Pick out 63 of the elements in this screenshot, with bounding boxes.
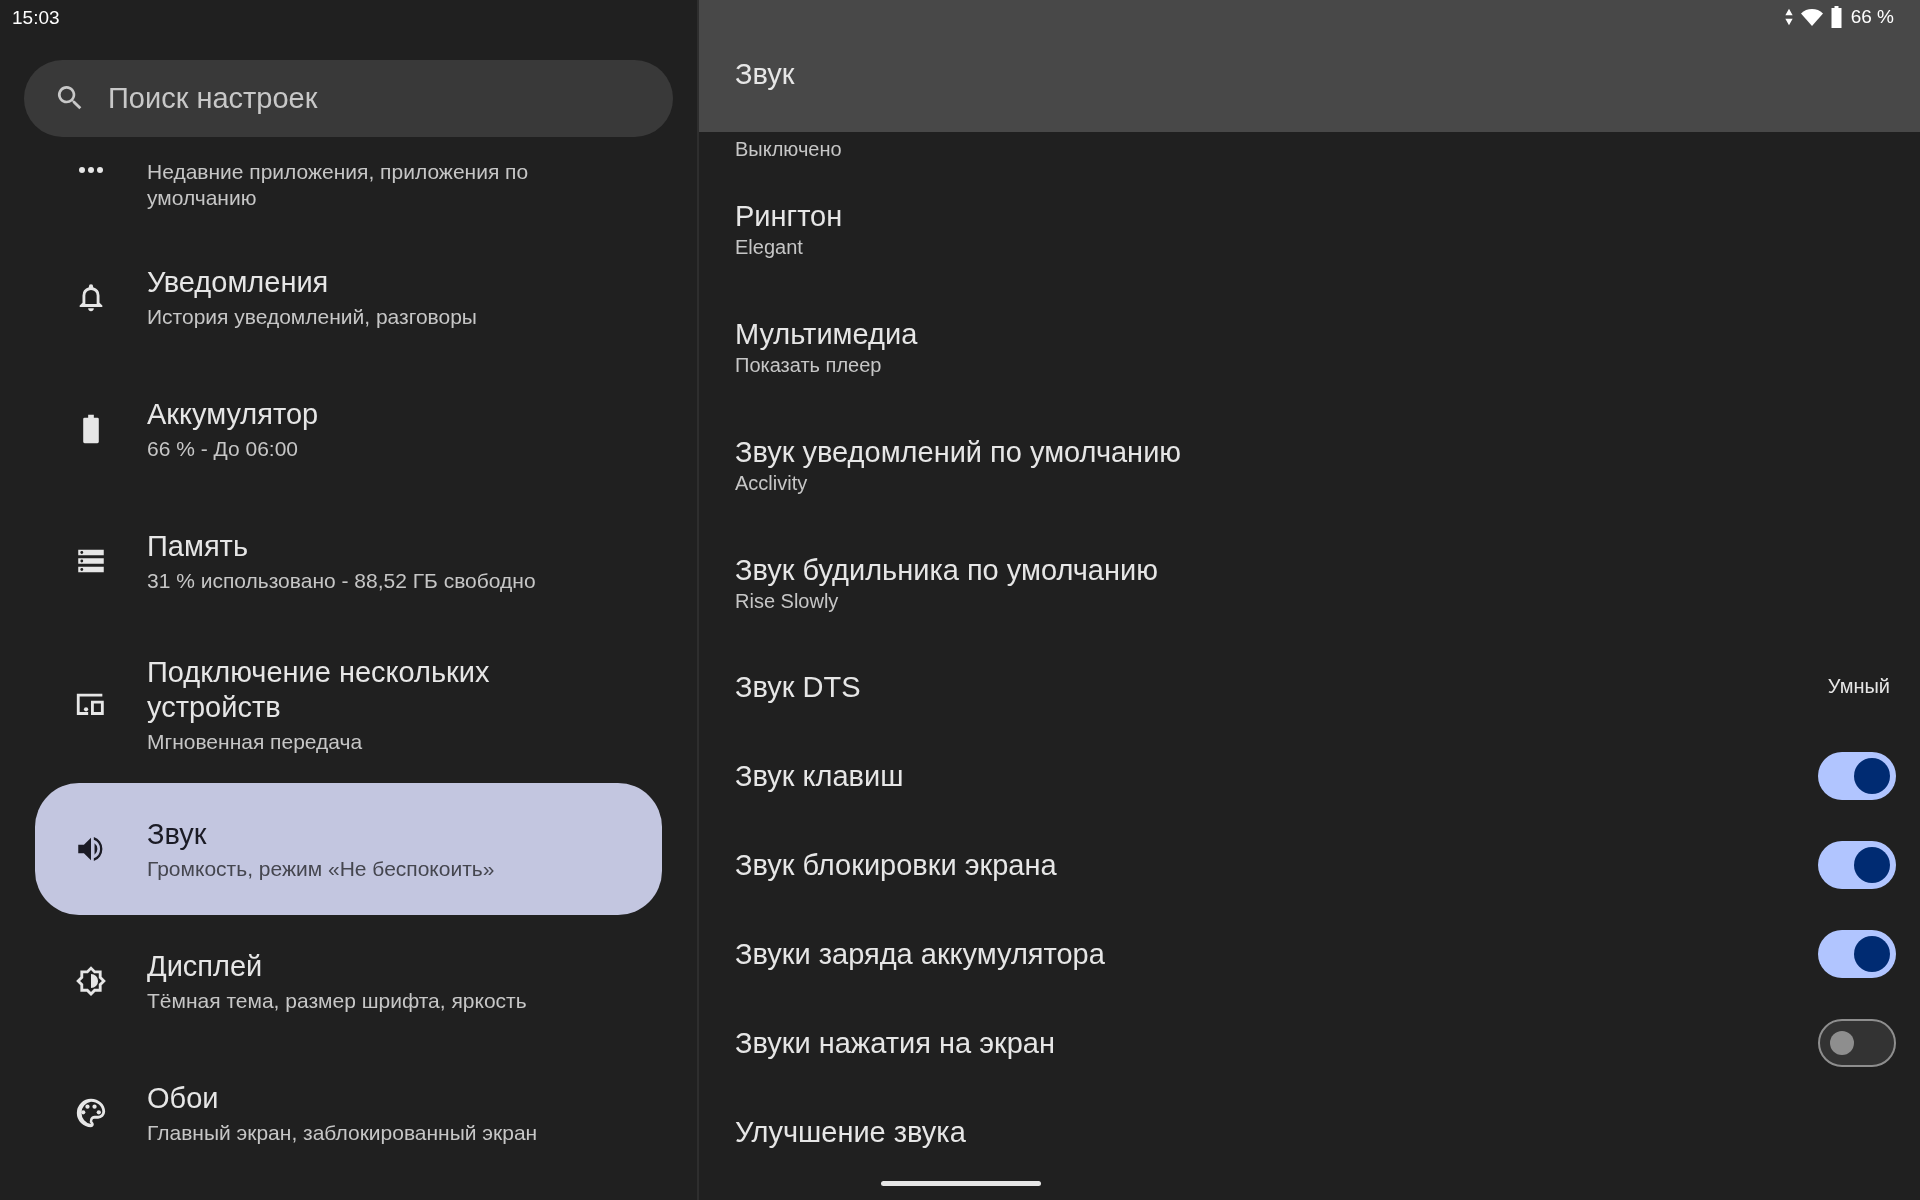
category-title: Подключение нескольких устройств (147, 655, 491, 725)
toggle-switch[interactable] (1818, 929, 1896, 978)
category-summary: Тёмная тема, размер шрифта, яркость (147, 987, 527, 1014)
category-title: Память (147, 528, 249, 564)
settings-category[interactable]: Недавние приложения, приложения по умолчанию (35, 149, 662, 231)
setting-row[interactable]: Звуки нажатия на экран (699, 998, 1920, 1087)
setting-title: Улучшение звука (735, 1114, 967, 1150)
toggle-switch[interactable] (1818, 1018, 1896, 1067)
search-field[interactable]: Поиск настроек (24, 60, 673, 137)
settings-category[interactable]: Подключение нескольких устройств Мгновенная передача (35, 627, 662, 783)
status-time: 15:03 (11, 6, 61, 30)
battery-icon (1829, 5, 1843, 29)
setting-title: Мультимедиа (735, 317, 919, 352)
category-summary: История уведомлений, разговоры (147, 303, 477, 330)
toggle-switch[interactable] (1818, 840, 1896, 889)
setting-summary: Rise Slowly (735, 589, 840, 614)
brightness-icon (74, 964, 108, 998)
settings-category[interactable]: Звук Громкость, режим «Не беспокоить» (35, 783, 662, 915)
setting-row[interactable]: Звук будильника по умолчанию Rise Slowly (699, 524, 1920, 642)
category-title: Дисплей (147, 948, 264, 984)
setting-title: Звук будильника по умолчанию (735, 553, 1159, 588)
setting-title: Звуки нажатия на экран (735, 1025, 1056, 1061)
settings-category[interactable]: Обои Главный экран, заблокированный экран (35, 1047, 662, 1179)
category-summary: Главный экран, заблокированный экран (147, 1119, 538, 1146)
setting-row[interactable]: Выключено (699, 132, 1920, 170)
setting-row[interactable]: Звук клавиш (699, 731, 1920, 820)
setting-title: Звук DTS (735, 669, 862, 705)
setting-row[interactable]: Рингтон Elegant (699, 170, 1920, 288)
category-title: Уведомления (147, 264, 330, 300)
setting-title: Звук блокировки экрана (735, 847, 1058, 883)
setting-summary: Elegant (735, 235, 804, 260)
category-summary: 31 % использовано - 88,52 ГБ свободно (147, 567, 536, 594)
category-summary: Недавние приложения, приложения по умолчанию (147, 159, 530, 211)
category-title: Звук (147, 816, 208, 852)
category-summary: Громкость, режим «Не беспокоить» (147, 855, 495, 882)
settings-category[interactable]: Дисплей Тёмная тема, размер шрифта, яркость (35, 915, 662, 1047)
more-icon (79, 167, 103, 173)
setting-row[interactable]: Звук блокировки экрана (699, 820, 1920, 909)
settings-category[interactable]: Аккумулятор 66 % - До 06:00 (35, 363, 662, 495)
setting-title: Звук клавиш (735, 758, 905, 794)
setting-row[interactable]: Звук уведомлений по умолчанию Acclivity (699, 406, 1920, 524)
palette-icon (74, 1096, 108, 1130)
setting-summary: Выключено (735, 137, 843, 162)
setting-title: Рингтон (735, 199, 844, 234)
setting-summary: Показать плеер (735, 353, 883, 378)
setting-row[interactable]: Звуки заряда аккумулятора (699, 909, 1920, 998)
settings-category[interactable]: Память 31 % использовано - 88,52 ГБ свободно (35, 495, 662, 627)
setting-row[interactable]: Звук DTS Умный (699, 642, 1920, 731)
setting-row[interactable]: Улучшение звука (699, 1087, 1920, 1176)
setting-row[interactable]: Мультимедиа Показать плеер (699, 288, 1920, 406)
toggle-switch[interactable] (1818, 751, 1896, 800)
battery-percent: 66 % (1850, 6, 1894, 28)
setting-title: Звуки заряда аккумулятора (735, 936, 1106, 972)
category-title: Обои (147, 1080, 220, 1116)
settings-category[interactable]: Уведомления История уведомлений, разговоры (35, 231, 662, 363)
category-summary: 66 % - До 06:00 (147, 435, 300, 462)
category-title: Аккумулятор (147, 396, 319, 432)
navigation-handle[interactable] (881, 1181, 1041, 1186)
setting-value: Умный (1827, 675, 1890, 698)
setting-title: Звук уведомлений по умолчанию (735, 435, 1183, 470)
page-title: Звук (734, 57, 796, 91)
category-summary: Мгновенная передача (147, 729, 364, 755)
setting-summary: Acclivity (735, 471, 809, 496)
